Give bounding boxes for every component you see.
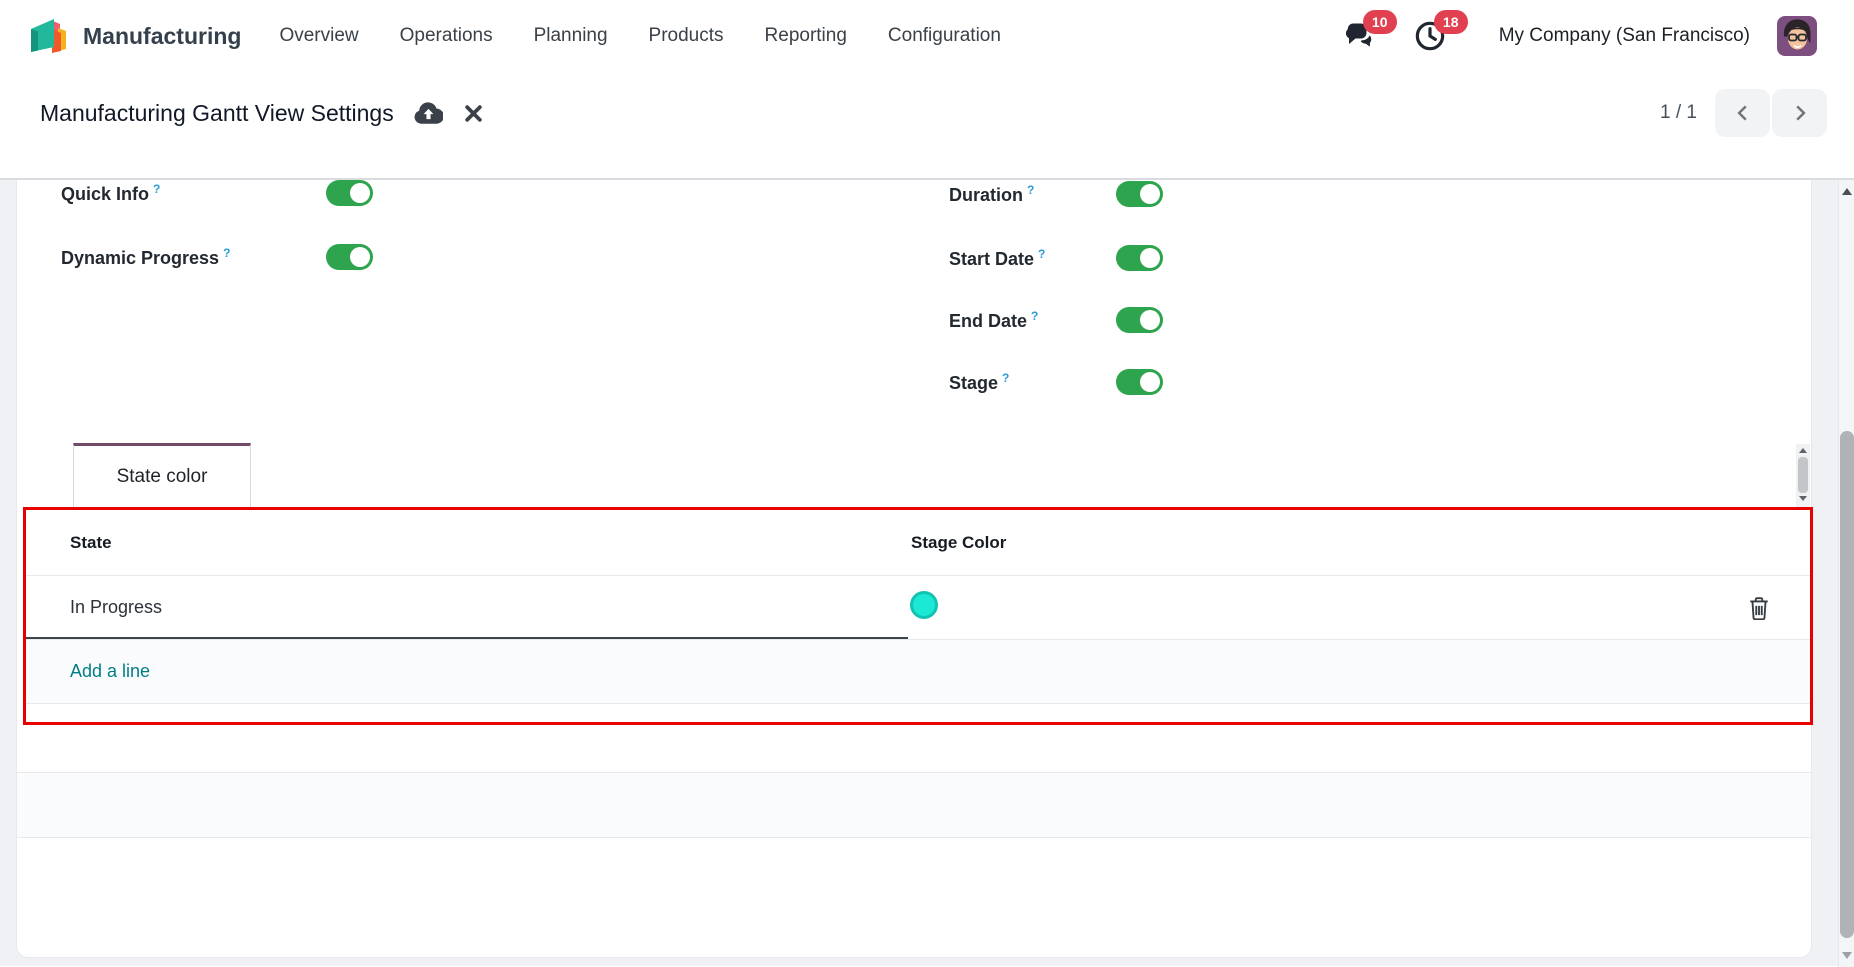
inner-scrollbar-down-arrow[interactable]	[1799, 496, 1807, 501]
manufacturing-app-icon[interactable]	[26, 16, 70, 56]
inner-scrollbar-up-arrow[interactable]	[1799, 448, 1807, 453]
manufacturing-logo-icon	[26, 16, 70, 56]
save-record-button[interactable]	[414, 101, 443, 125]
chevron-right-icon	[1790, 103, 1810, 123]
menu-configuration[interactable]: Configuration	[888, 25, 1001, 47]
add-a-line-row[interactable]: Add a line	[23, 640, 1813, 704]
scrollbar-down-arrow[interactable]	[1842, 952, 1852, 959]
pager-previous-button[interactable]	[1715, 89, 1770, 137]
help-icon: ?	[1038, 247, 1045, 261]
trash-icon	[1748, 596, 1770, 620]
activities-button[interactable]: 18	[1414, 14, 1458, 58]
control-panel: Manufacturing Gantt View Settings 1 / 1	[0, 72, 1854, 179]
end-date-toggle[interactable]	[1116, 307, 1163, 333]
menu-overview[interactable]: Overview	[279, 25, 358, 47]
form-sheet: Quick Info? Dynamic Progress? Duration? …	[16, 180, 1812, 958]
close-icon	[464, 104, 483, 123]
empty-band	[17, 772, 1811, 838]
field-label-end-date: End Date?	[949, 309, 1038, 332]
menu-planning[interactable]: Planning	[534, 25, 608, 47]
cloud-upload-icon	[414, 101, 443, 125]
inner-scrollbar-thumb[interactable]	[1798, 457, 1808, 493]
stage-toggle[interactable]	[1116, 369, 1163, 395]
field-label-start-date: Start Date?	[949, 247, 1045, 270]
user-avatar[interactable]	[1777, 16, 1817, 56]
company-switcher[interactable]: My Company (San Francisco)	[1499, 25, 1750, 47]
avatar-image	[1777, 16, 1817, 56]
systray: 10 18 My Company (San Francisco)	[1343, 14, 1817, 58]
main-menu: Overview Operations Planning Products Re…	[279, 25, 1001, 47]
stage-color-dot[interactable]	[910, 591, 938, 619]
start-date-toggle[interactable]	[1116, 245, 1163, 271]
field-label-stage: Stage?	[949, 371, 1009, 394]
discard-changes-button[interactable]	[464, 104, 483, 123]
inner-scrollbar[interactable]	[1796, 444, 1810, 507]
help-icon: ?	[1031, 309, 1038, 323]
form-content: Quick Info? Dynamic Progress? Duration? …	[0, 179, 1854, 966]
help-icon: ?	[1002, 371, 1009, 385]
scrollbar-up-arrow[interactable]	[1842, 188, 1852, 195]
field-label-quick-info: Quick Info?	[61, 182, 160, 205]
delete-row-button[interactable]	[1748, 596, 1770, 620]
help-icon: ?	[153, 182, 160, 196]
pager-value: 1 / 1	[1660, 102, 1697, 124]
table-header-row: State Stage Color	[23, 510, 1813, 576]
messages-button[interactable]: 10	[1343, 14, 1387, 58]
activities-badge: 18	[1434, 10, 1468, 34]
column-header-stage-color[interactable]: Stage Color	[911, 533, 1006, 553]
menu-reporting[interactable]: Reporting	[765, 25, 847, 47]
help-icon: ?	[223, 246, 230, 260]
column-header-state[interactable]: State	[70, 533, 112, 553]
focused-cell-underline	[23, 637, 908, 639]
top-navbar: Manufacturing Overview Operations Planni…	[0, 0, 1854, 72]
duration-toggle[interactable]	[1116, 181, 1163, 207]
app-name[interactable]: Manufacturing	[83, 23, 241, 50]
help-icon: ?	[1027, 183, 1034, 197]
page-scrollbar[interactable]	[1838, 180, 1854, 967]
quick-info-toggle[interactable]	[326, 180, 373, 206]
field-label-duration: Duration?	[949, 183, 1034, 206]
field-label-dynamic-progress: Dynamic Progress?	[61, 246, 230, 269]
tab-state-color[interactable]: State color	[73, 443, 251, 507]
scrollbar-thumb[interactable]	[1840, 431, 1854, 938]
add-a-line-link[interactable]: Add a line	[70, 661, 150, 682]
menu-products[interactable]: Products	[649, 25, 724, 47]
chevron-left-icon	[1733, 103, 1753, 123]
dynamic-progress-toggle[interactable]	[326, 244, 373, 270]
messages-badge: 10	[1363, 10, 1397, 34]
page-title: Manufacturing Gantt View Settings	[40, 100, 394, 127]
pager-next-button[interactable]	[1772, 89, 1827, 137]
menu-operations[interactable]: Operations	[400, 25, 493, 47]
state-cell[interactable]: In Progress	[70, 597, 162, 618]
